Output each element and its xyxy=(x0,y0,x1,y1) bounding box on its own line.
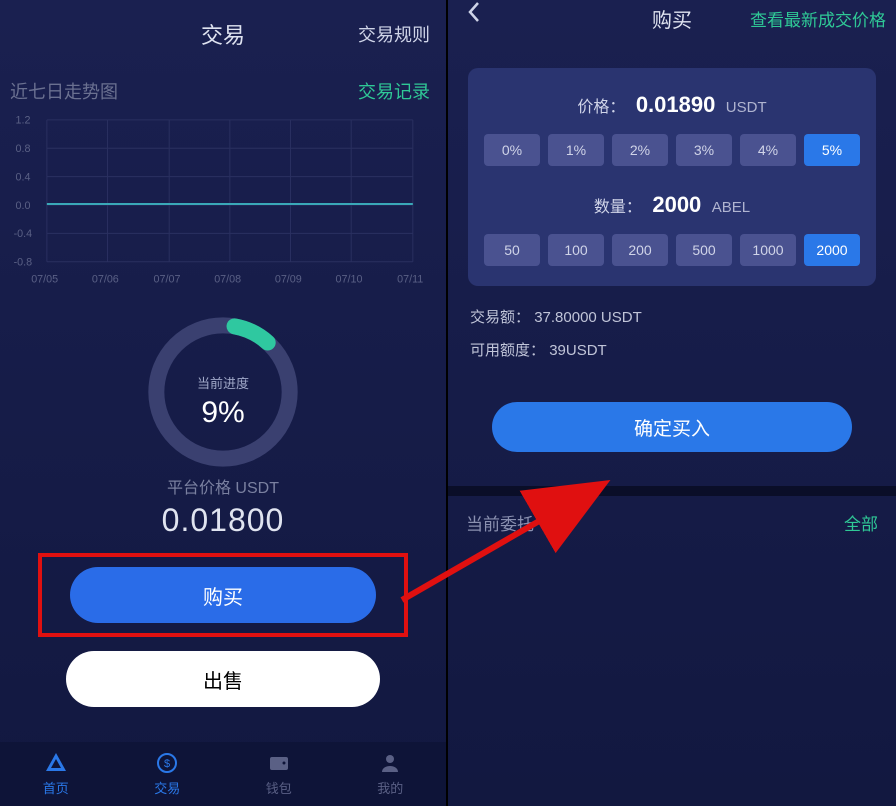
sub-header: 近七日走势图 交易记录 xyxy=(0,68,446,108)
nav-mine-label: 我的 xyxy=(377,778,403,797)
price-section: 平台价格 USDT 0.01800 xyxy=(0,474,446,539)
trade-records-link[interactable]: 交易记录 xyxy=(358,78,430,104)
sell-button[interactable]: 出售 xyxy=(66,651,380,707)
price-row: 价格： 0.01890 USDT xyxy=(484,92,860,118)
trade-icon: $ xyxy=(155,751,179,775)
price-value: 0.01890 xyxy=(636,92,716,117)
header: 购买 查看最新成交价格 xyxy=(448,0,896,36)
x-tick: 07/08 xyxy=(214,273,241,285)
available-value: 39USDT xyxy=(549,342,607,359)
y-tick: 0.4 xyxy=(16,171,31,183)
price-label: 平台价格 USDT xyxy=(0,474,446,498)
trade-rules-link[interactable]: 交易规则 xyxy=(358,21,430,47)
wallet-icon xyxy=(267,751,291,775)
trade-amount-value: 37.80000 USDT xyxy=(534,309,642,326)
nav-home[interactable]: 首页 xyxy=(0,742,112,806)
nav-wallet-label: 钱包 xyxy=(266,778,292,797)
y-tick: 0.8 xyxy=(16,143,31,155)
page-title: 购买 xyxy=(652,4,692,33)
seven-day-chart: 1.2 0.8 0.4 0.0 -0.4 -0.8 07/05 07/06 07… xyxy=(0,108,446,294)
x-tick: 07/11 xyxy=(397,273,423,285)
back-icon[interactable] xyxy=(466,0,482,29)
qty-row: 数量： 2000 ABEL xyxy=(484,192,860,218)
y-tick: -0.4 xyxy=(14,228,33,240)
percent-chips: 0%1%2%3%4%5% xyxy=(484,134,860,166)
available-label: 可用额度： xyxy=(470,342,545,359)
percent-chip-5pct[interactable]: 5% xyxy=(804,134,860,166)
nav-mine[interactable]: 我的 xyxy=(335,742,447,806)
nav-trade[interactable]: $ 交易 xyxy=(112,742,224,806)
orders-header: 当前委托 全部 xyxy=(448,496,896,549)
svg-text:$: $ xyxy=(164,758,170,770)
qty-chip-2000[interactable]: 2000 xyxy=(804,234,860,266)
price-label: 价格： xyxy=(577,99,625,116)
current-orders-title: 当前委托 xyxy=(466,510,534,535)
price-value: 0.01800 xyxy=(0,502,446,539)
x-tick: 07/07 xyxy=(154,273,181,285)
section-divider xyxy=(448,486,896,496)
user-icon xyxy=(378,751,402,775)
buy-button[interactable]: 购买 xyxy=(70,567,376,623)
x-tick: 07/10 xyxy=(336,273,363,285)
percent-chip-2pct[interactable]: 2% xyxy=(612,134,668,166)
qty-chips: 5010020050010002000 xyxy=(484,234,860,266)
nav-wallet[interactable]: 钱包 xyxy=(223,742,335,806)
home-icon xyxy=(44,751,68,775)
buy-highlight-box: 购买 xyxy=(38,553,408,637)
x-tick: 07/09 xyxy=(275,273,302,285)
order-card: 价格： 0.01890 USDT 0%1%2%3%4%5% 数量： 2000 A… xyxy=(468,68,876,286)
bottom-nav: 首页 $ 交易 钱包 我的 xyxy=(0,742,446,806)
price-unit: USDT xyxy=(726,99,767,116)
y-tick: 0.0 xyxy=(16,200,31,212)
qty-chip-50[interactable]: 50 xyxy=(484,234,540,266)
page-title: 交易 xyxy=(201,18,245,50)
x-tick: 07/06 xyxy=(92,273,119,285)
y-tick: -0.8 xyxy=(14,257,33,269)
qty-label: 数量： xyxy=(594,199,642,216)
trade-screen: 交易 交易规则 近七日走势图 交易记录 1 xyxy=(0,0,448,806)
orders-all-link[interactable]: 全部 xyxy=(844,510,878,535)
view-latest-price-link[interactable]: 查看最新成交价格 xyxy=(750,6,886,31)
percent-chip-4pct[interactable]: 4% xyxy=(740,134,796,166)
nav-home-label: 首页 xyxy=(43,778,69,797)
qty-chip-500[interactable]: 500 xyxy=(676,234,732,266)
percent-chip-1pct[interactable]: 1% xyxy=(548,134,604,166)
header: 交易 交易规则 xyxy=(0,0,446,68)
nav-trade-label: 交易 xyxy=(154,778,180,797)
progress-percent: 9% xyxy=(0,396,446,430)
qty-chip-1000[interactable]: 1000 xyxy=(740,234,796,266)
trade-amount-label: 交易额： xyxy=(470,309,530,326)
percent-chip-0pct[interactable]: 0% xyxy=(484,134,540,166)
percent-chip-3pct[interactable]: 3% xyxy=(676,134,732,166)
qty-value: 2000 xyxy=(652,192,701,217)
qty-chip-100[interactable]: 100 xyxy=(548,234,604,266)
y-tick: 1.2 xyxy=(16,115,31,127)
trade-amount-row: 交易额： 37.80000 USDT xyxy=(470,306,874,327)
qty-chip-200[interactable]: 200 xyxy=(612,234,668,266)
x-tick: 07/05 xyxy=(31,273,58,285)
qty-unit: ABEL xyxy=(712,199,750,216)
available-row: 可用额度： 39USDT xyxy=(470,339,874,360)
confirm-buy-button[interactable]: 确定买入 xyxy=(492,402,852,452)
chart-title: 近七日走势图 xyxy=(10,78,118,104)
buy-screen: 购买 查看最新成交价格 价格： 0.01890 USDT 0%1%2%3%4%5… xyxy=(448,0,896,806)
progress-label: 当前进度 xyxy=(0,373,446,392)
line-chart: 1.2 0.8 0.4 0.0 -0.4 -0.8 07/05 07/06 07… xyxy=(8,112,438,294)
